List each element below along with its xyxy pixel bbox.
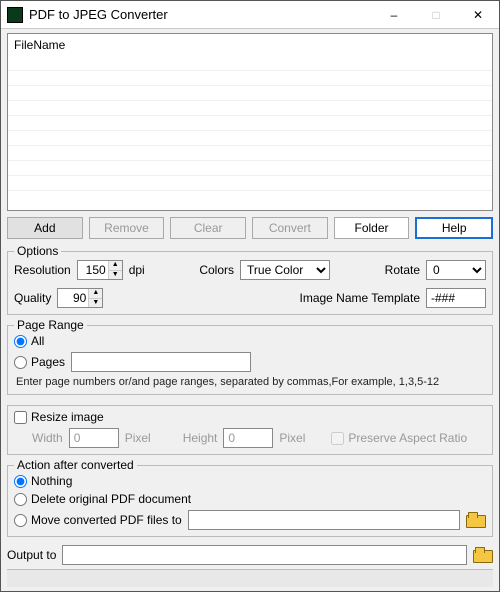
remove-button: Remove [89, 217, 165, 239]
status-bar [7, 569, 493, 587]
action-legend: Action after converted [14, 458, 137, 472]
quality-spinner[interactable]: ▲▼ [57, 288, 103, 308]
folder-button[interactable]: Folder [334, 217, 410, 239]
rotate-select[interactable]: 0 [426, 260, 486, 280]
output-path[interactable] [62, 545, 467, 565]
convert-button: Convert [252, 217, 328, 239]
help-button[interactable]: Help [415, 217, 493, 239]
pagerange-all-radio[interactable]: All [14, 334, 44, 348]
action-delete-input[interactable] [14, 493, 27, 506]
colors-label: Colors [199, 263, 234, 277]
action-nothing-input[interactable] [14, 475, 27, 488]
pagerange-hint: Enter page numbers or/and page ranges, s… [16, 376, 484, 388]
options-legend: Options [14, 244, 61, 258]
app-icon [7, 7, 23, 23]
maximize-button: □ [415, 1, 457, 29]
pagerange-all-input[interactable] [14, 335, 27, 348]
resize-height-unit: Pixel [279, 431, 305, 445]
resize-checkbox[interactable]: Resize image [14, 410, 104, 424]
resolution-label: Resolution [14, 263, 71, 277]
app-window: PDF to JPEG Converter – □ ✕ FileName Add… [0, 0, 500, 592]
file-list-rows [8, 56, 492, 210]
resize-height-input [223, 428, 273, 448]
resolution-spinner[interactable]: ▲▼ [77, 260, 123, 280]
template-label: Image Name Template [299, 291, 420, 305]
action-group: Action after converted Nothing Delete or… [7, 465, 493, 537]
action-move-path[interactable] [188, 510, 460, 530]
resize-width-label: Width [32, 431, 63, 445]
resize-check-input[interactable] [14, 411, 27, 424]
rotate-label: Rotate [385, 263, 420, 277]
browse-move-folder-icon[interactable] [466, 512, 486, 528]
preserve-aspect-checkbox: Preserve Aspect Ratio [331, 431, 467, 445]
client-area: FileName Add Remove Clear Convert Folder… [1, 29, 499, 591]
close-button[interactable]: ✕ [457, 1, 499, 29]
output-label: Output to [7, 548, 56, 562]
action-nothing-radio[interactable]: Nothing [14, 474, 72, 488]
template-input[interactable] [426, 288, 486, 308]
resolution-unit: dpi [129, 263, 145, 277]
resize-width-unit: Pixel [125, 431, 151, 445]
colors-select[interactable]: True Color [240, 260, 330, 280]
toolbar: Add Remove Clear Convert Folder Help [7, 217, 493, 239]
pagerange-pages-radio[interactable]: Pages [14, 355, 65, 369]
quality-input[interactable] [58, 289, 88, 307]
resize-group: Resize image Width Pixel Height Pixel Pr… [7, 405, 493, 455]
pagerange-group: Page Range All Pages Enter page numbers … [7, 325, 493, 395]
titlebar: PDF to JPEG Converter – □ ✕ [1, 1, 499, 29]
action-move-radio[interactable]: Move converted PDF files to [14, 513, 182, 527]
preserve-aspect-input [331, 432, 344, 445]
resolution-arrows[interactable]: ▲▼ [108, 261, 122, 279]
resize-width-input [69, 428, 119, 448]
quality-label: Quality [14, 291, 51, 305]
pagerange-legend: Page Range [14, 318, 87, 332]
action-move-input[interactable] [14, 514, 27, 527]
quality-arrows[interactable]: ▲▼ [88, 289, 102, 307]
resize-height-label: Height [183, 431, 218, 445]
pagerange-pages-input[interactable] [14, 356, 27, 369]
pagerange-pages-field[interactable] [71, 352, 251, 372]
file-list[interactable]: FileName [7, 33, 493, 211]
minimize-button[interactable]: – [373, 1, 415, 29]
action-delete-radio[interactable]: Delete original PDF document [14, 492, 191, 506]
browse-output-folder-icon[interactable] [473, 547, 493, 563]
options-group: Options Resolution ▲▼ dpi Colors True Co… [7, 251, 493, 315]
resolution-input[interactable] [78, 261, 108, 279]
output-row: Output to [7, 545, 493, 565]
add-button[interactable]: Add [7, 217, 83, 239]
window-title: PDF to JPEG Converter [29, 7, 373, 22]
file-list-header: FileName [8, 34, 492, 56]
clear-button: Clear [170, 217, 246, 239]
